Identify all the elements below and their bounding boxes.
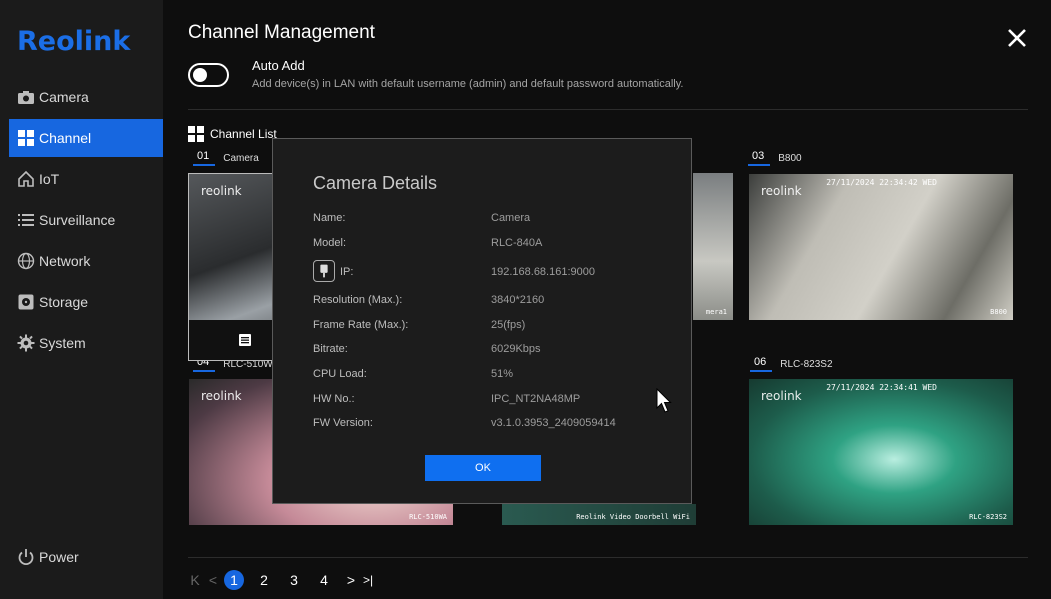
tile-brand: reolink (761, 184, 802, 198)
camera-icon (17, 88, 35, 106)
ip-camera-icon[interactable] (313, 260, 335, 282)
prev-page-button[interactable]: < (202, 570, 224, 590)
sidebar-item-label: Network (39, 253, 91, 269)
sidebar-item-system[interactable]: System (9, 324, 163, 362)
auto-add-toggle[interactable] (188, 63, 229, 87)
tile-brand: reolink (201, 389, 242, 403)
sidebar-item-channel[interactable]: Channel (9, 119, 163, 157)
name-value: Camera (491, 212, 531, 224)
sidebar-item-iot[interactable]: IoT (9, 160, 163, 198)
auto-add-title: Auto Add (252, 58, 305, 73)
channel-number: 03 (748, 150, 771, 166)
power-icon (17, 548, 35, 566)
model-value: RLC-840A (491, 237, 543, 249)
sidebar-item-label: Camera (39, 89, 89, 105)
channel-list-label: Channel List (210, 127, 277, 141)
channel-tile-02[interactable]: mera1 (693, 173, 733, 320)
bitrate-label: Bitrate: (313, 343, 348, 355)
close-icon (1008, 29, 1026, 47)
list-icon (17, 211, 35, 229)
sidebar-item-camera[interactable]: Camera (9, 78, 163, 116)
resolution-label: Resolution (Max.): (313, 294, 403, 306)
globe-icon (17, 252, 35, 270)
power-button[interactable]: Power (9, 538, 163, 576)
sidebar-item-label: Storage (39, 294, 89, 310)
channel-name: B800 (778, 152, 802, 164)
first-page-button[interactable]: K (188, 570, 202, 590)
sidebar-item-label: Channel (39, 130, 92, 146)
last-page-button[interactable]: >| (358, 570, 378, 590)
tile-brand: reolink (201, 184, 242, 198)
channel-grid-icon (17, 129, 35, 147)
frame-rate-value: 25(fps) (491, 319, 526, 331)
channel-label-01: 01 Camera (193, 150, 259, 166)
page-1-button[interactable]: 1 (224, 570, 244, 590)
gear-icon (17, 334, 35, 352)
ok-button[interactable]: OK (425, 455, 541, 481)
close-button[interactable] (1003, 24, 1031, 52)
tile-overlay-name: RLC-510WA (409, 513, 447, 521)
sidebar-item-surveillance[interactable]: Surveillance (9, 201, 163, 239)
sidebar-item-label: IoT (39, 171, 60, 187)
page-3-button[interactable]: 3 (284, 570, 304, 590)
channel-tile-06[interactable]: reolink 27/11/2024 22:34:41 WED RLC-823S… (749, 379, 1013, 525)
divider (188, 557, 1028, 558)
ip-value: 192.168.68.161:9000 (491, 266, 595, 278)
page-title: Channel Management (188, 22, 375, 43)
channel-label-03: 03 B800 (748, 150, 802, 166)
tile-overlay-name: Reolink Video Doorbell WiFi (576, 513, 690, 521)
divider (188, 109, 1028, 110)
resolution-value: 3840*2160 (491, 294, 545, 306)
dialog-title: Camera Details (313, 173, 438, 193)
name-label: Name: (313, 212, 346, 224)
model-label: Model: (313, 237, 347, 249)
ip-label: IP: (340, 266, 354, 278)
next-page-button[interactable]: > (344, 570, 358, 590)
sidebar-item-label: Surveillance (39, 212, 116, 228)
tile-overlay-name: B800 (990, 308, 1007, 316)
channel-label-06: 06 RLC-823S2 (750, 356, 833, 372)
cpu-load-label: CPU Load: (313, 368, 367, 380)
fw-version-label: FW Version: (313, 417, 373, 429)
power-label: Power (39, 549, 79, 565)
sidebar: Reolink Camera Channel IoT Surveillance … (0, 0, 163, 599)
channel-number: 01 (193, 150, 216, 166)
home-icon (17, 170, 35, 188)
camera-details-dialog: Camera Details Name: Camera Model: RLC-8… (272, 138, 692, 504)
pagination: K < 1 2 3 4 > >| (188, 570, 378, 590)
hw-no-label: HW No.: (313, 393, 355, 405)
page-4-button[interactable]: 4 (314, 570, 334, 590)
channel-number: 06 (750, 356, 773, 372)
page-2-button[interactable]: 2 (254, 570, 274, 590)
channel-tile-05[interactable]: Reolink Video Doorbell WiFi (502, 504, 696, 525)
toggle-knob (193, 68, 207, 82)
tile-brand: reolink (761, 389, 802, 403)
channel-tile-03[interactable]: reolink 27/11/2024 22:34:42 WED B800 (749, 174, 1013, 320)
sidebar-item-storage[interactable]: Storage (9, 283, 163, 321)
fw-version-value: v3.1.0.3953_2409059414 (491, 417, 616, 429)
cpu-load-value: 51% (491, 368, 514, 380)
bitrate-value: 6029Kbps (491, 343, 541, 355)
reolink-logo: Reolink (17, 26, 131, 57)
details-icon[interactable] (238, 333, 252, 347)
tile-timestamp: 27/11/2024 22:34:42 WED (826, 178, 937, 187)
storage-icon (17, 293, 35, 311)
tile-overlay-name: RLC-823S2 (969, 513, 1007, 521)
sidebar-item-label: System (39, 335, 86, 351)
mouse-cursor-icon (656, 388, 672, 413)
channel-name: RLC-823S2 (780, 358, 833, 370)
tile-timestamp: 27/11/2024 22:34:41 WED (826, 383, 937, 392)
channel-name: Camera (223, 152, 259, 164)
hw-no-value: IPC_NT2NA48MP (491, 393, 581, 405)
frame-rate-label: Frame Rate (Max.): (313, 319, 409, 331)
channel-list-title: Channel List (188, 126, 277, 142)
tile-overlay-name: mera1 (705, 308, 727, 316)
auto-add-description: Add device(s) in LAN with default userna… (252, 78, 684, 90)
grid-icon (188, 126, 204, 142)
sidebar-item-network[interactable]: Network (9, 242, 163, 280)
